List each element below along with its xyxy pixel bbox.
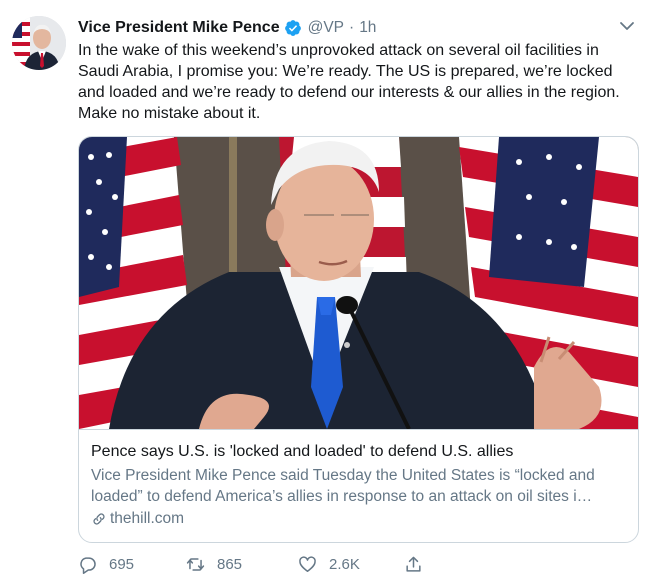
handle[interactable]: @VP <box>308 19 344 37</box>
card-image[interactable] <box>79 137 638 429</box>
card-domain[interactable]: thehill.com <box>91 510 184 528</box>
avatar-image <box>12 16 66 70</box>
retweet-count: 865 <box>217 555 243 573</box>
share-icon <box>406 556 421 572</box>
reply-icon <box>80 556 96 574</box>
card-divider <box>79 429 638 430</box>
reply-count: 695 <box>109 555 135 573</box>
card-domain-text: thehill.com <box>110 510 185 527</box>
share-button[interactable] <box>404 552 435 576</box>
timestamp[interactable]: 1h <box>359 19 376 37</box>
chevron-down-icon[interactable] <box>619 20 635 32</box>
avatar[interactable] <box>12 16 66 70</box>
display-name[interactable]: Vice President Mike Pence <box>78 19 280 37</box>
link-card[interactable]: Pence says U.S. is 'locked and loaded' t… <box>78 136 639 543</box>
tweet-text: In the wake of this weekend’s unprovoked… <box>78 42 620 122</box>
like-button[interactable]: 2.6K <box>298 552 360 576</box>
action-bar: 695 865 2.6K <box>78 552 478 576</box>
like-count: 2.6K <box>329 555 360 573</box>
heart-icon <box>299 555 316 572</box>
card-description: Vice President Mike Pence said Tuesday t… <box>91 467 595 505</box>
reply-button[interactable]: 695 <box>78 552 134 576</box>
card-title[interactable]: Pence says U.S. is 'locked and loaded' t… <box>91 443 631 461</box>
verified-badge-icon <box>284 20 301 36</box>
retweet-button[interactable]: 865 <box>186 552 242 576</box>
tweet-header: Vice President Mike Pence @VP · 1h <box>78 17 623 39</box>
link-icon <box>93 513 105 525</box>
separator-dot: · <box>349 19 355 36</box>
retweet-icon <box>186 557 205 571</box>
tweet: Vice President Mike Pence @VP · 1h In th… <box>0 0 653 585</box>
